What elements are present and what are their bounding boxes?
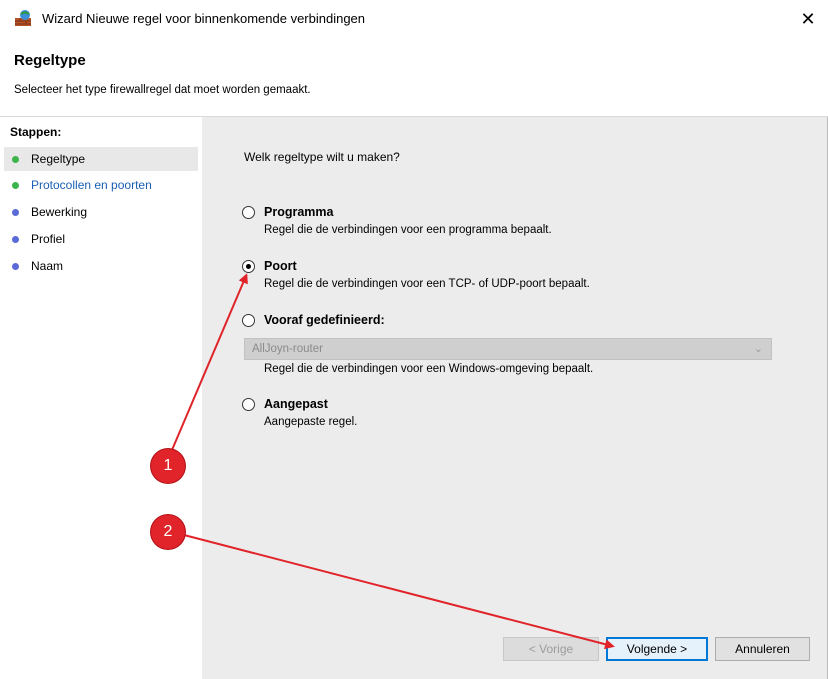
chevron-down-icon: ⌄ [753, 343, 763, 355]
annotation-badge-2: 2 [151, 515, 185, 549]
step-regeltype[interactable]: Regeltype [4, 147, 198, 171]
option-description: Aangepaste regel. [264, 416, 358, 428]
step-status-dot [12, 262, 19, 270]
step-label: Regeltype [31, 152, 86, 166]
cancel-button[interactable]: Annuleren [715, 637, 810, 661]
firewall-icon [14, 9, 32, 27]
option-description: Regel die de verbindingen voor een Windo… [264, 363, 594, 375]
step-label: Bewerking [31, 205, 88, 219]
step-status-dot [12, 181, 19, 189]
step-label: Naam [31, 259, 64, 273]
predefined-rule-select[interactable]: AllJoyn-router ⌄ [244, 338, 772, 360]
main-panel: Welk regeltype wilt u maken? Programma R… [202, 117, 827, 679]
step-status-dot [12, 235, 19, 243]
step-status-dot [12, 208, 19, 216]
option-label[interactable]: Programma [264, 205, 333, 219]
step-protocollen[interactable]: Protocollen en poorten [4, 173, 198, 197]
step-naam[interactable]: Naam [4, 254, 198, 278]
step-profiel[interactable]: Profiel [4, 227, 198, 251]
radio-poort[interactable] [242, 260, 255, 273]
page-title: Regeltype [14, 52, 86, 69]
steps-panel: Stappen: Regeltype Protocollen en poorte… [0, 117, 202, 679]
close-button[interactable]: ✕ [788, 0, 828, 38]
step-status-dot [12, 155, 19, 163]
step-label: Profiel [31, 232, 66, 246]
back-button[interactable]: < Vorige [503, 637, 599, 661]
page-subtitle: Selecteer het type firewallregel dat moe… [14, 84, 311, 96]
option-description: Regel die de verbindingen voor een TCP- … [264, 278, 590, 290]
option-label[interactable]: Poort [264, 259, 297, 273]
window-title: Wizard Nieuwe regel voor binnenkomende v… [42, 11, 366, 26]
radio-vooraf-gedefinieerd[interactable] [242, 314, 255, 327]
option-label[interactable]: Aangepast [264, 397, 328, 411]
radio-programma[interactable] [242, 206, 255, 219]
dropdown-value: AllJoyn-router [252, 343, 323, 355]
wizard-window: Wizard Nieuwe regel voor binnenkomende v… [0, 0, 828, 679]
title-bar: Wizard Nieuwe regel voor binnenkomende v… [0, 0, 828, 38]
radio-aangepast[interactable] [242, 398, 255, 411]
wizard-header: Regeltype Selecteer het type firewallreg… [0, 38, 828, 117]
option-description: Regel die de verbindingen voor een progr… [264, 224, 552, 236]
question-text: Welk regeltype wilt u maken? [244, 150, 400, 164]
next-button[interactable]: Volgende > [606, 637, 708, 661]
step-bewerking[interactable]: Bewerking [4, 200, 198, 224]
option-label[interactable]: Vooraf gedefinieerd: [264, 313, 385, 327]
step-label: Protocollen en poorten [31, 178, 152, 192]
annotation-badge-1: 1 [151, 449, 185, 483]
steps-title: Stappen: [10, 125, 62, 139]
